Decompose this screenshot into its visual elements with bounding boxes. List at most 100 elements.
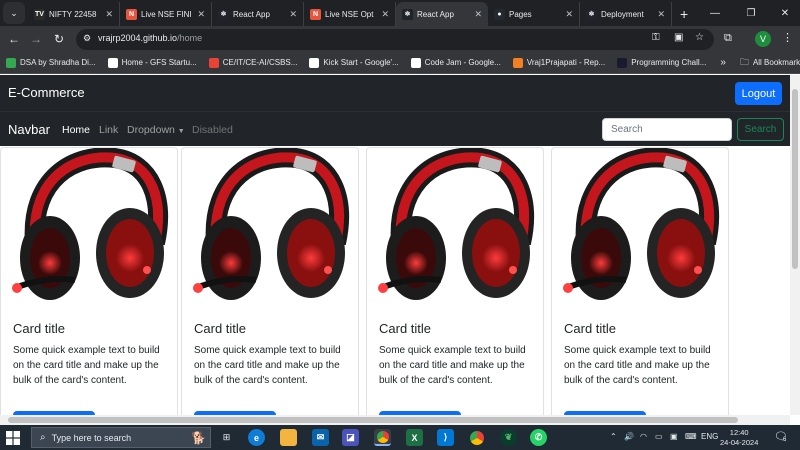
scrollbar-thumb[interactable] bbox=[792, 89, 798, 269]
new-tab-button[interactable]: + bbox=[680, 2, 688, 26]
all-bookmarks-button[interactable]: 🗀 All Bookmarks bbox=[740, 55, 800, 71]
close-tab-icon[interactable]: ✕ bbox=[657, 9, 665, 20]
nse-favicon: N bbox=[126, 8, 137, 20]
product-card: Card title Some quick example text to bui… bbox=[181, 147, 359, 415]
chrome-icon[interactable] bbox=[374, 429, 391, 446]
taskbar-search-box[interactable]: ⌕ Type here to search 🐕 bbox=[31, 427, 211, 448]
site-info-icon[interactable]: ⚙ bbox=[83, 33, 91, 44]
mongodb-icon[interactable]: ❦ bbox=[500, 429, 517, 446]
navbar-brand[interactable]: Navbar bbox=[8, 122, 50, 137]
card-text: Some quick example text to build on the … bbox=[564, 345, 711, 386]
bookmark-item[interactable]: Programming Chall... bbox=[617, 57, 707, 68]
tab-title: Live NSE Opt bbox=[325, 9, 374, 19]
tab-search-icon[interactable]: ⌄ bbox=[3, 2, 25, 24]
profile-avatar[interactable]: V bbox=[755, 31, 771, 47]
bookmark-item[interactable]: Code Jam - Google... bbox=[410, 57, 501, 68]
search-button[interactable]: Search bbox=[737, 118, 784, 141]
search-icon: ⌕ bbox=[40, 432, 46, 443]
close-tab-icon[interactable]: ✕ bbox=[474, 9, 482, 20]
bookmark-label: Kick Start - Google'... bbox=[323, 58, 399, 67]
wifi-icon[interactable]: ◠ bbox=[640, 432, 647, 441]
horizontal-scrollbar[interactable] bbox=[0, 415, 790, 425]
bookmark-label: Programming Chall... bbox=[631, 58, 707, 67]
file-explorer-icon[interactable] bbox=[280, 429, 297, 446]
display-icon[interactable]: ▣ bbox=[670, 432, 678, 441]
search-input[interactable] bbox=[602, 118, 732, 141]
clock[interactable]: 12:40 24-04-2024 bbox=[720, 428, 758, 448]
mail-icon[interactable]: ✉ bbox=[312, 429, 329, 446]
browser-tab[interactable]: N Live NSE FINI ✕ bbox=[120, 2, 212, 26]
bookmark-label: DSA by Shradha Di... bbox=[20, 58, 96, 67]
app-brand[interactable]: E-Commerce bbox=[8, 85, 85, 100]
windows-start-icon[interactable] bbox=[6, 431, 20, 445]
tab-title: Pages bbox=[509, 9, 532, 19]
volume-icon[interactable]: 🔊 bbox=[624, 432, 634, 441]
app-icon[interactable]: ◪ bbox=[342, 429, 359, 446]
headphone-image bbox=[378, 148, 535, 300]
address-bar[interactable]: ⚙ vrajrp2004.github.io/home ⚿ ▣ ☆ bbox=[76, 29, 714, 50]
excel-icon[interactable]: X bbox=[406, 429, 423, 446]
headphone-image bbox=[563, 148, 720, 300]
edge-icon[interactable]: e bbox=[248, 429, 265, 446]
forward-icon[interactable]: → bbox=[27, 30, 45, 48]
nav-link-link[interactable]: Link bbox=[99, 124, 118, 136]
react-favicon: ⚛ bbox=[402, 8, 413, 20]
language-indicator[interactable]: ENG bbox=[701, 432, 718, 441]
nav-link-disabled: Disabled bbox=[192, 124, 233, 136]
minimize-button[interactable]: — bbox=[698, 0, 732, 26]
vscode-icon[interactable]: ⟩ bbox=[437, 429, 454, 446]
restore-button[interactable]: ❐ bbox=[734, 0, 768, 26]
product-card: Card title Some quick example text to bui… bbox=[366, 147, 544, 415]
close-tab-icon[interactable]: ✕ bbox=[565, 9, 573, 20]
bookmark-item[interactable]: Home - GFS Startu... bbox=[107, 57, 197, 68]
card-image bbox=[5, 148, 175, 313]
menu-kebab-icon[interactable]: ⋮ bbox=[782, 31, 793, 44]
chevron-up-icon[interactable]: ⌃ bbox=[610, 432, 617, 441]
card-text: Some quick example text to build on the … bbox=[13, 345, 160, 386]
bookmark-label: Vraj1Prajapati - Rep... bbox=[526, 58, 606, 67]
windows-taskbar: ⌕ Type here to search 🐕 ⊞ e ✉ ◪ X ⟩ ❦ ✆ … bbox=[0, 425, 800, 450]
reload-icon[interactable]: ↻ bbox=[50, 30, 68, 48]
browser-tab-strip: ⌄ TV NIFTY 22458 ✕ N Live NSE FINI ✕ ⚛ React Ap… bbox=[0, 0, 800, 26]
tab-title: React App bbox=[233, 9, 270, 19]
bookmark-star-icon[interactable]: ☆ bbox=[695, 32, 704, 43]
nav-link-home[interactable]: Home bbox=[62, 124, 90, 136]
nse-favicon: N bbox=[310, 8, 321, 20]
tab-title: NIFTY 22458 bbox=[49, 9, 97, 19]
scrollbar-thumb[interactable] bbox=[8, 417, 738, 423]
bookmark-favicon-icon bbox=[617, 57, 628, 68]
close-window-button[interactable]: ✕ bbox=[768, 0, 800, 26]
close-tab-icon[interactable]: ✕ bbox=[381, 9, 389, 20]
vertical-scrollbar[interactable] bbox=[790, 75, 800, 415]
logout-button[interactable]: Logout bbox=[735, 82, 782, 105]
bookmark-label: CE/IT/CE-AI/CSBS... bbox=[222, 58, 298, 67]
browser-tab[interactable]: ● Pages ✕ bbox=[488, 2, 580, 26]
back-icon[interactable]: ← bbox=[5, 30, 23, 48]
url-path: /home bbox=[177, 33, 203, 43]
keyboard-icon[interactable]: ⌨ bbox=[685, 432, 697, 441]
browser-tab[interactable]: ⚛ React App ✕ bbox=[396, 2, 488, 26]
close-tab-icon[interactable]: ✕ bbox=[197, 9, 205, 20]
close-tab-icon[interactable]: ✕ bbox=[105, 9, 113, 20]
browser-tab[interactable]: ⚛ React App ✕ bbox=[212, 2, 304, 26]
chrome-profile-icon[interactable] bbox=[468, 429, 485, 446]
bookmark-item[interactable]: Kick Start - Google'... bbox=[309, 57, 399, 68]
extensions-icon[interactable]: ⧉ bbox=[724, 32, 732, 45]
task-view-icon[interactable]: ⊞ bbox=[218, 429, 235, 446]
bookmark-item[interactable]: DSA by Shradha Di... bbox=[6, 57, 96, 68]
browser-tab[interactable]: N Live NSE Opt ✕ bbox=[304, 2, 396, 26]
bookmark-item[interactable]: CE/IT/CE-AI/CSBS... bbox=[208, 57, 298, 68]
password-key-icon[interactable]: ⚿ bbox=[652, 32, 660, 43]
react-favicon: ⚛ bbox=[586, 8, 597, 20]
bookmark-item[interactable]: Vraj1Prajapati - Rep... bbox=[512, 57, 606, 68]
nav-dropdown[interactable]: Dropdown ▼ bbox=[127, 124, 185, 136]
close-tab-icon[interactable]: ✕ bbox=[289, 9, 297, 20]
browser-tab[interactable]: TV NIFTY 22458 ✕ bbox=[28, 2, 120, 26]
taskbar-search-placeholder: Type here to search bbox=[51, 432, 132, 443]
bookmark-favicon-icon bbox=[6, 57, 16, 68]
install-app-icon[interactable]: ▣ bbox=[674, 32, 683, 43]
battery-icon[interactable]: ▭ bbox=[655, 432, 663, 441]
browser-tab[interactable]: ⚛ Deployment ✕ bbox=[580, 2, 672, 26]
whatsapp-icon[interactable]: ✆ bbox=[530, 429, 547, 446]
more-bookmarks-icon[interactable]: » bbox=[720, 57, 726, 68]
